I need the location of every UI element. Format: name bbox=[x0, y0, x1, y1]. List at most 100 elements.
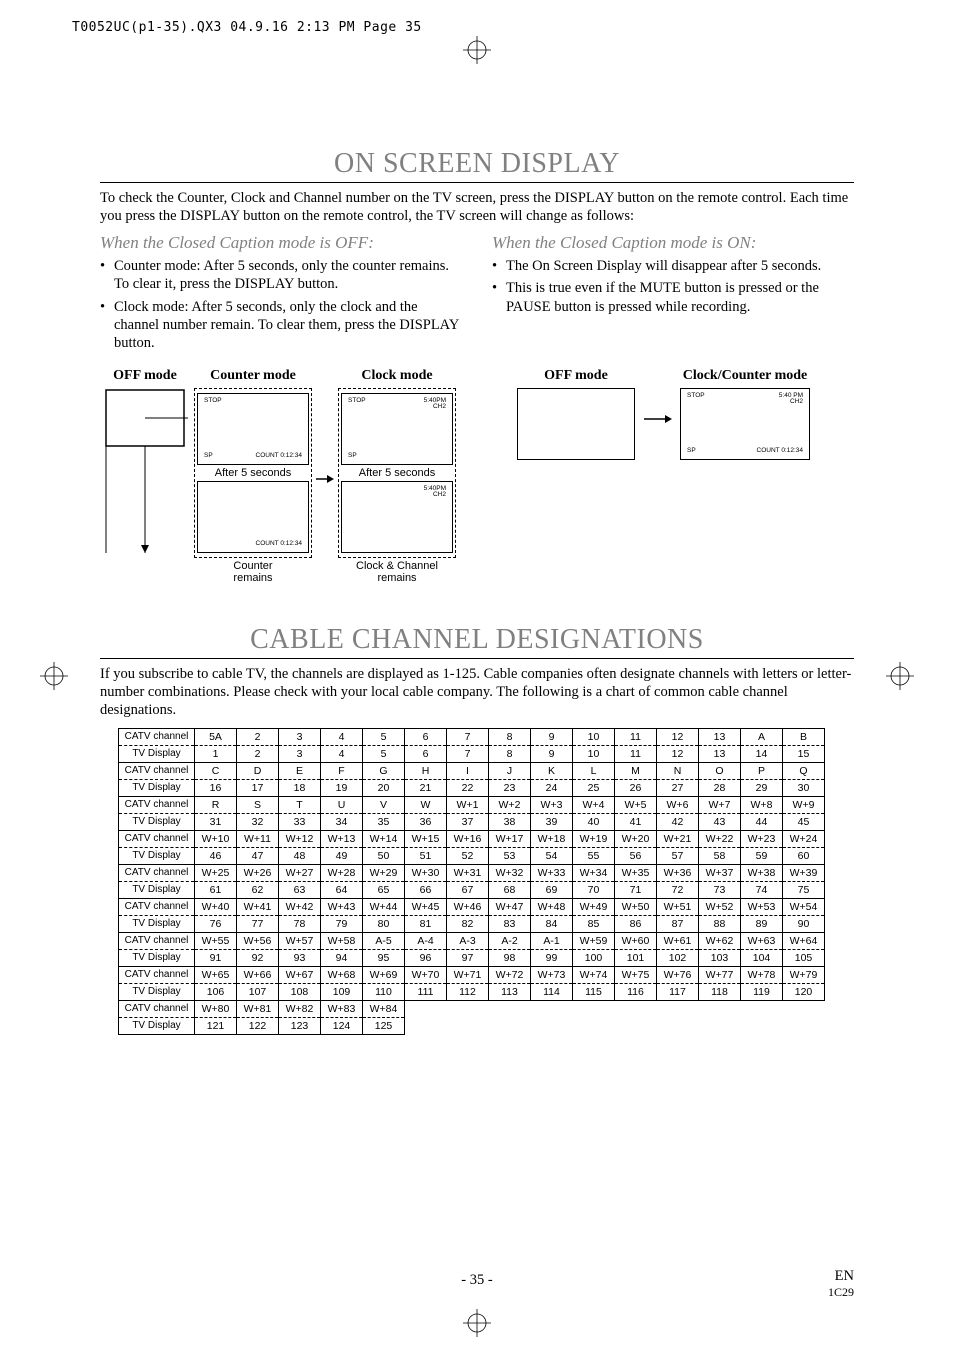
catv-cell: W+7 bbox=[699, 796, 741, 813]
tv-cell: 70 bbox=[573, 881, 615, 898]
mode-label-clock-counter: Clock/Counter mode bbox=[683, 368, 808, 384]
tv-cell: 46 bbox=[195, 847, 237, 864]
catv-cell: W+18 bbox=[531, 830, 573, 847]
mode-label-clock: Clock mode bbox=[361, 368, 432, 384]
catv-cell: W+67 bbox=[279, 966, 321, 983]
catv-cell: W+30 bbox=[405, 864, 447, 881]
subhead-cc-off: When the Closed Caption mode is OFF: bbox=[100, 233, 462, 253]
osd-count: COUNT 0:12:34 bbox=[256, 541, 302, 548]
page: T0052UC(p1-35).QX3 04.9.16 2:13 PM Page … bbox=[0, 0, 954, 1351]
osd-stop: STOP bbox=[204, 398, 222, 405]
tv-cell: 92 bbox=[237, 949, 279, 966]
tv-cell: 87 bbox=[657, 915, 699, 932]
catv-cell: W+41 bbox=[237, 898, 279, 915]
tv-cell: 107 bbox=[237, 983, 279, 1000]
tv-cell: 66 bbox=[405, 881, 447, 898]
catv-cell: 12 bbox=[657, 728, 699, 745]
tv-cell: 27 bbox=[657, 779, 699, 796]
tv-cell: 51 bbox=[405, 847, 447, 864]
tv-cell: 76 bbox=[195, 915, 237, 932]
catv-cell bbox=[615, 1000, 657, 1017]
catv-cell: O bbox=[699, 762, 741, 779]
catv-cell: W+58 bbox=[321, 932, 363, 949]
tv-cell: 24 bbox=[531, 779, 573, 796]
catv-intro: If you subscribe to cable TV, the channe… bbox=[100, 665, 854, 719]
catv-cell: 4 bbox=[321, 728, 363, 745]
catv-cell: W+38 bbox=[741, 864, 783, 881]
tv-cell: 1 bbox=[195, 745, 237, 762]
catv-cell: 5A bbox=[195, 728, 237, 745]
row-label-catv: CATV channel bbox=[119, 1000, 195, 1017]
catv-cell: W+39 bbox=[783, 864, 825, 881]
catv-cell: 6 bbox=[405, 728, 447, 745]
tv-cell: 109 bbox=[321, 983, 363, 1000]
tv-cell: 118 bbox=[699, 983, 741, 1000]
catv-cell: W+17 bbox=[489, 830, 531, 847]
catv-cell bbox=[447, 1000, 489, 1017]
catv-table: CATV channel5A2345678910111213ABTV Displ… bbox=[118, 728, 825, 1035]
screen-counter-remains: COUNT 0:12:34 bbox=[197, 481, 309, 553]
tv-cell: 8 bbox=[489, 745, 531, 762]
row-label-tv: TV Display bbox=[119, 745, 195, 762]
screen-clock-remains: 5:40PMCH2 bbox=[341, 481, 453, 553]
catv-cell: W+27 bbox=[279, 864, 321, 881]
tv-cell: 25 bbox=[573, 779, 615, 796]
catv-cell: W+62 bbox=[699, 932, 741, 949]
catv-cell: A-4 bbox=[405, 932, 447, 949]
catv-cell: W+76 bbox=[657, 966, 699, 983]
registration-mark-icon bbox=[40, 662, 68, 690]
osd-time: 5:40PMCH2 bbox=[424, 486, 446, 499]
footer-codes: EN 1C29 bbox=[828, 1269, 854, 1301]
catv-cell bbox=[405, 1000, 447, 1017]
tv-cell: 38 bbox=[489, 813, 531, 830]
tv-cell: 117 bbox=[657, 983, 699, 1000]
catv-cell: T bbox=[279, 796, 321, 813]
tv-cell: 123 bbox=[279, 1017, 321, 1034]
catv-cell: L bbox=[573, 762, 615, 779]
tv-cell: 124 bbox=[321, 1017, 363, 1034]
tv-cell: 108 bbox=[279, 983, 321, 1000]
tv-cell: 73 bbox=[699, 881, 741, 898]
catv-cell: W+59 bbox=[573, 932, 615, 949]
row-label-catv: CATV channel bbox=[119, 796, 195, 813]
tv-cell: 58 bbox=[699, 847, 741, 864]
col-cc-off: When the Closed Caption mode is OFF: Cou… bbox=[100, 233, 462, 356]
screen-clock: STOP 5:40PMCH2 SP bbox=[341, 393, 453, 465]
tv-cell: 80 bbox=[363, 915, 405, 932]
tv-cell: 71 bbox=[615, 881, 657, 898]
catv-cell: W+3 bbox=[531, 796, 573, 813]
tv-cell bbox=[783, 1017, 825, 1034]
catv-cell: W+35 bbox=[615, 864, 657, 881]
catv-cell: W+78 bbox=[741, 966, 783, 983]
catv-cell: W+12 bbox=[279, 830, 321, 847]
tv-cell: 33 bbox=[279, 813, 321, 830]
tv-cell: 23 bbox=[489, 779, 531, 796]
catv-cell: 7 bbox=[447, 728, 489, 745]
subhead-cc-on: When the Closed Caption mode is ON: bbox=[492, 233, 854, 253]
tv-cell: 44 bbox=[741, 813, 783, 830]
catv-cell: W+11 bbox=[237, 830, 279, 847]
catv-cell: W+46 bbox=[447, 898, 489, 915]
after-5-seconds: After 5 seconds bbox=[341, 467, 453, 479]
tv-cell: 84 bbox=[531, 915, 573, 932]
tv-cell: 95 bbox=[363, 949, 405, 966]
catv-cell: W+4 bbox=[573, 796, 615, 813]
catv-cell: W+14 bbox=[363, 830, 405, 847]
osd-sp: SP bbox=[204, 453, 213, 460]
section-title-catv: CABLE CHANNEL DESIGNATIONS bbox=[100, 624, 854, 659]
tv-cell: 14 bbox=[741, 745, 783, 762]
catv-cell: M bbox=[615, 762, 657, 779]
catv-cell: P bbox=[741, 762, 783, 779]
tv-cell: 39 bbox=[531, 813, 573, 830]
catv-cell: W+64 bbox=[783, 932, 825, 949]
tv-cell: 101 bbox=[615, 949, 657, 966]
osd-intro: To check the Counter, Clock and Channel … bbox=[100, 189, 854, 225]
catv-cell: W+71 bbox=[447, 966, 489, 983]
catv-cell: W+81 bbox=[237, 1000, 279, 1017]
row-label-catv: CATV channel bbox=[119, 898, 195, 915]
catv-cell: W bbox=[405, 796, 447, 813]
catv-cell: S bbox=[237, 796, 279, 813]
catv-cell: W+31 bbox=[447, 864, 489, 881]
catv-cell: W+69 bbox=[363, 966, 405, 983]
catv-cell: W+16 bbox=[447, 830, 489, 847]
